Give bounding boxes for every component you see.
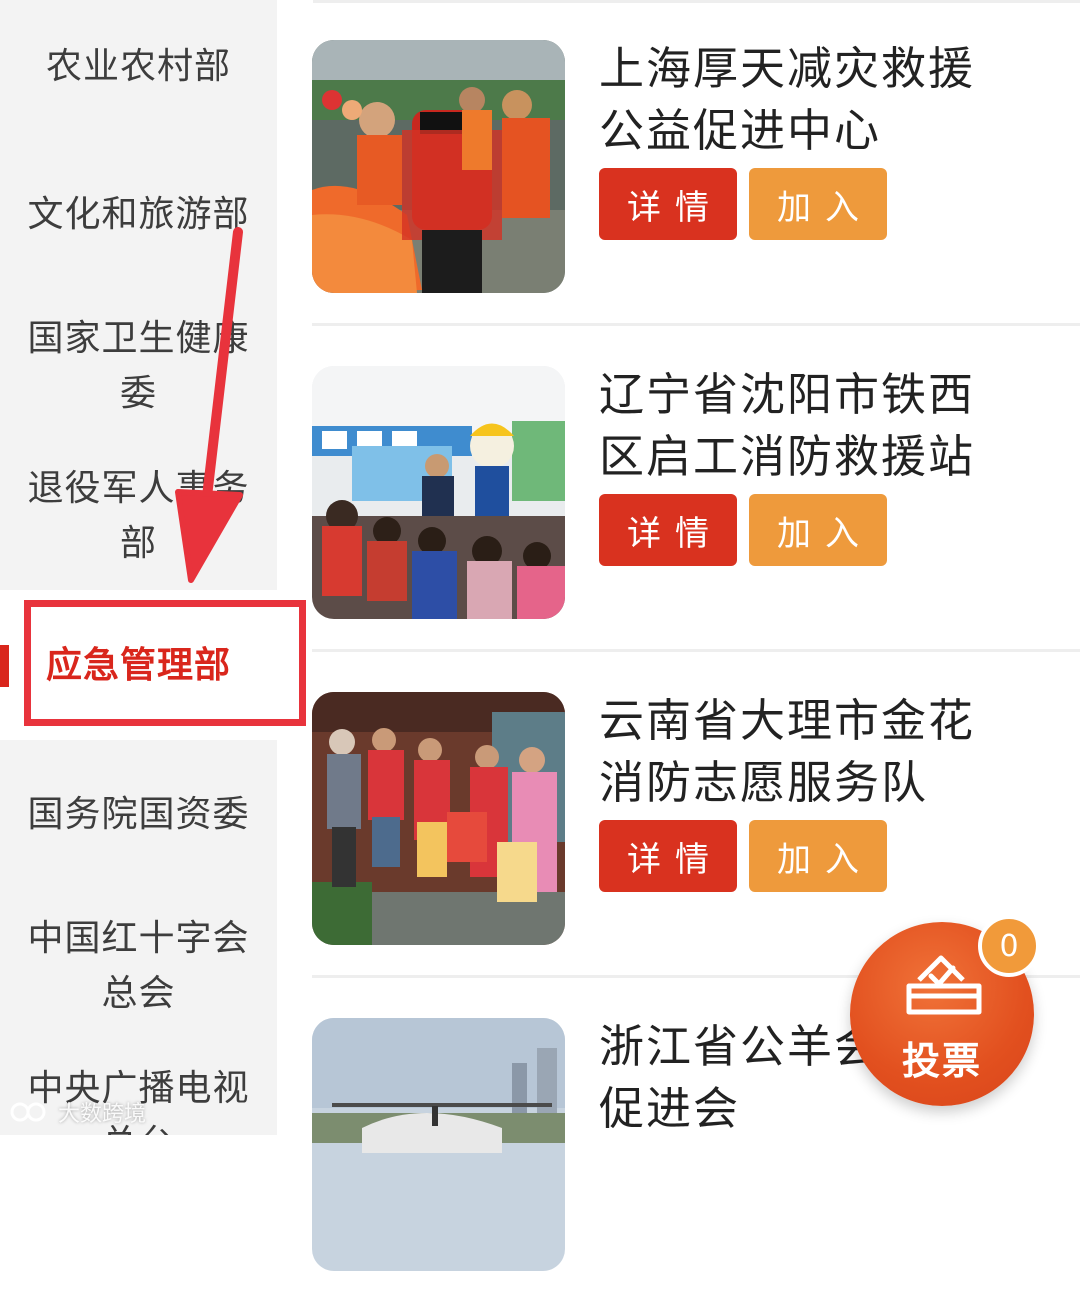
sidebar-item-veterans[interactable]: 退役军人事务部 [0,460,277,572]
join-button[interactable]: 加入 [749,168,887,240]
organization-name[interactable]: 云南省大理市金花消防志愿服务队 [599,690,989,814]
join-button[interactable]: 加入 [749,820,887,892]
organization-photo[interactable] [312,1018,565,1271]
category-sidebar: 农业农村部 文化和旅游部 国家卫生健康委 退役军人事务部 应急管理部 国务院国资… [0,0,277,1135]
sidebar-item-label: 中国红十字会总会 [27,918,250,1014]
sidebar-item-label: 国家卫生健康委 [27,318,250,414]
sidebar-item-label: 应急管理部 [45,644,231,686]
sidebar-item-health[interactable]: 国家卫生健康委 [0,310,277,422]
sidebar-item-label: 农业农村部 [45,45,231,87]
organization-photo[interactable] [312,40,565,293]
details-button[interactable]: 详情 [599,820,737,892]
vote-label: 投票 [901,1039,982,1083]
list-item: 辽宁省沈阳市铁西区启工消防救援站 详情 加入 [277,326,1080,652]
organization-photo[interactable] [312,366,565,619]
sidebar-item-sasac[interactable]: 国务院国资委 [0,786,277,842]
details-button[interactable]: 详情 [599,168,737,240]
sidebar-item-label: 文化和旅游部 [27,193,250,235]
join-button[interactable]: 加入 [749,494,887,566]
watermark-text: 大数跨境 [58,1102,147,1127]
details-button[interactable]: 详情 [599,494,737,566]
watermark: 大数跨境 [10,1097,146,1127]
sidebar-item-agriculture[interactable]: 农业农村部 [0,38,277,94]
organization-name[interactable]: 辽宁省沈阳市铁西区启工消防救援站 [599,364,989,488]
sidebar-item-emergency-management[interactable]: 应急管理部 [0,590,277,740]
sidebar-item-label: 国务院国资委 [27,793,250,835]
ballot-box-icon [906,955,982,1015]
list-item: 上海厚天减灾救援公益促进中心 详情 加入 [277,0,1080,326]
organization-name[interactable]: 上海厚天减灾救援公益促进中心 [599,38,989,162]
sidebar-item-red-cross[interactable]: 中国红十字会总会 [0,910,277,1022]
active-indicator [0,645,9,687]
organization-photo[interactable] [312,692,565,945]
watermark-logo-icon [10,1102,46,1122]
vote-count-badge: 0 [978,915,1040,977]
sidebar-item-culture-tourism[interactable]: 文化和旅游部 [0,186,277,242]
sidebar-item-label: 退役军人事务部 [27,468,250,564]
